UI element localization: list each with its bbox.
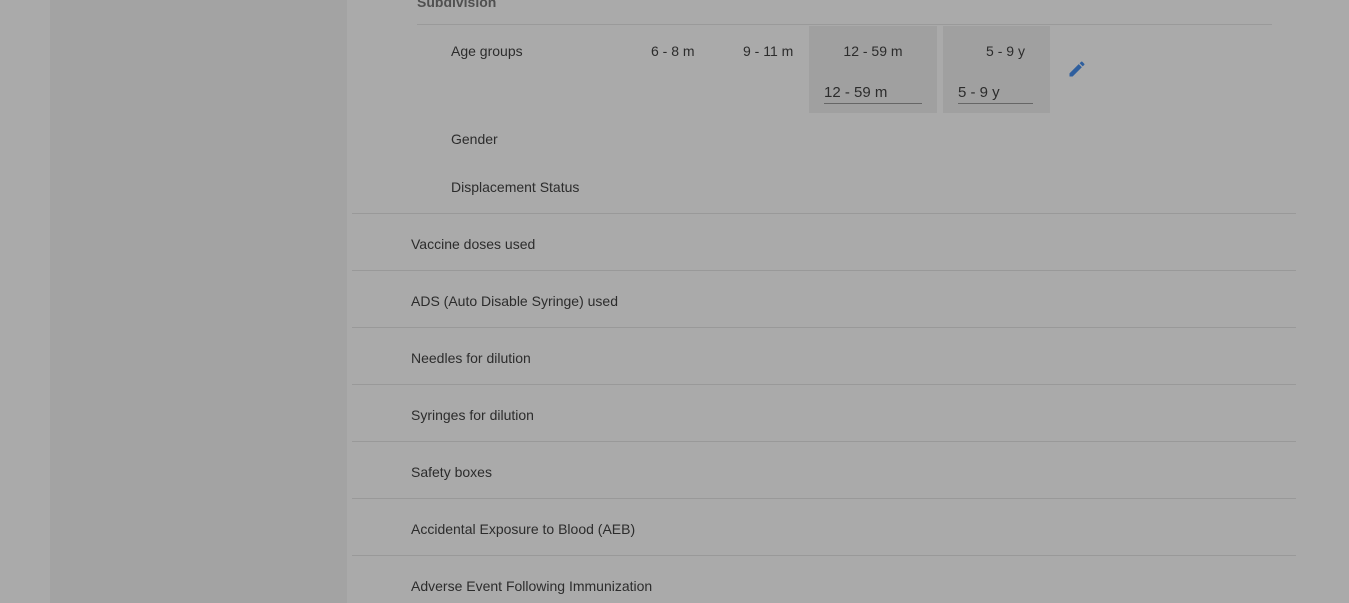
list-item-label: Needles for dilution (411, 350, 531, 366)
list-item-ads-used[interactable]: ADS (Auto Disable Syringe) used (352, 270, 1296, 328)
pencil-icon[interactable] (1067, 59, 1087, 79)
displacement-status-label: Displacement Status (451, 179, 580, 195)
list-item-label: Syringes for dilution (411, 407, 534, 423)
age-column-9-11m[interactable]: 9 - 11 m (743, 43, 793, 59)
subdivision-header: Subdivision (417, 0, 497, 10)
subdivision-divider (417, 24, 1272, 25)
age-box-header: 5 - 9 y (986, 43, 1025, 59)
age-group-12-59m-input[interactable] (824, 81, 922, 104)
age-groups-label: Age groups (451, 43, 523, 59)
age-column-6-8m[interactable]: 6 - 8 m (651, 43, 695, 59)
list-item-label: Adverse Event Following Immunization (411, 578, 653, 594)
age-box-12-59m: 12 - 59 m (809, 26, 937, 113)
list-item-label: Safety boxes (411, 464, 492, 480)
list-item-syringes[interactable]: Syringes for dilution (352, 384, 1296, 442)
age-group-5-9y-input[interactable] (958, 81, 1033, 104)
page: Subdivision Age groups 6 - 8 m 9 - 11 m … (0, 0, 1349, 603)
list-item-needles[interactable]: Needles for dilution (352, 327, 1296, 385)
list-item-vaccine-doses[interactable]: Vaccine doses used (352, 213, 1296, 271)
list-item-label: Vaccine doses used (411, 236, 536, 252)
list-item-safety-boxes[interactable]: Safety boxes (352, 441, 1296, 499)
list-item-label: Accidental Exposure to Blood (AEB) (411, 521, 636, 537)
age-box-header: 12 - 59 m (843, 43, 903, 59)
gender-label: Gender (451, 131, 498, 147)
list-item-aefi[interactable]: Adverse Event Following Immunization (352, 555, 1296, 603)
main-content: Subdivision Age groups 6 - 8 m 9 - 11 m … (347, 0, 1349, 603)
list-item-aeb[interactable]: Accidental Exposure to Blood (AEB) (352, 498, 1296, 556)
list-item-label: ADS (Auto Disable Syringe) used (411, 293, 618, 309)
sidebar-panel (50, 0, 347, 603)
age-box-5-9y: 5 - 9 y (943, 26, 1050, 113)
